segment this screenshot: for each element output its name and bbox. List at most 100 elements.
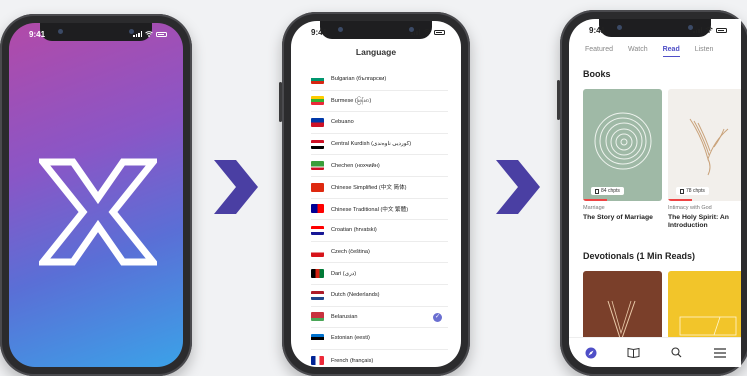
progress-bar [583,199,607,201]
status-icons [411,29,445,35]
battery-icon [716,27,727,33]
afghanistan-flag-icon [311,269,324,279]
language-item-estonian[interactable]: Estonian (eesti) [311,328,448,350]
language-label: Dutch (Nederlands) [331,292,380,299]
signal-icon [411,29,420,35]
language-list: Bulgarian (български) Burmese (မြန်မာ) C… [311,69,448,367]
devotionals-heading: Devotionals (1 Min Reads) [583,251,696,261]
language-item-chinese-traditional[interactable]: Chinese Traditional (中文 繁體) [311,199,448,221]
status-icons [133,31,167,37]
signal-icon [693,27,702,33]
chapters-badge: 78 chpts [676,187,709,195]
taiwan-flag-icon [311,204,324,214]
language-item-french[interactable]: French (français) [311,350,448,367]
tab-featured[interactable]: Featured [585,46,613,53]
menu-icon[interactable] [713,346,727,360]
status-bar: 9:41 [569,19,741,41]
status-time: 9:41 [311,27,328,37]
search-icon[interactable] [670,346,684,360]
book-card-holy-spirit[interactable]: 78 chpts [668,89,741,201]
language-item-bulgarian[interactable]: Bulgarian (български) [311,69,448,91]
language-item-chinese-simplified[interactable]: Chinese Simplified (中文 简体) [311,177,448,199]
language-label: Burmese (မြန်မာ) [331,98,372,105]
app-logo-icon [39,158,157,266]
language-label: Estonian (eesti) [331,335,370,342]
chapters-badge: 84 chpts [591,187,624,195]
status-time: 9:41 [589,25,606,35]
wifi-icon [705,27,713,33]
china-flag-icon [311,182,324,192]
battery-icon [434,29,445,35]
france-flag-icon [311,356,324,366]
language-label: Czech (čeština) [331,249,370,256]
bottom-nav [569,337,741,367]
chapters-count: 78 chpts [686,188,705,194]
read-screen: 9:41 Featured Watch Read Listen Books 84… [569,19,741,367]
arrow-right-icon [496,160,540,214]
language-label: Belarusian [331,313,358,320]
language-label: Chinese Traditional (中文 繁體) [331,206,409,213]
language-label: Chinese Simplified (中文 简体) [331,185,407,192]
netherlands-flag-icon [311,290,324,300]
language-label: Croatian (hrvatski) [331,227,377,234]
language-label: Chechen (нохчийн) [331,162,380,169]
book-title[interactable]: The Holy Spirit: An Introduction [668,214,741,230]
language-item-cebuano[interactable]: Cebuano [311,112,448,134]
splash-screen: 9:41 [9,23,183,367]
language-item-czech[interactable]: Czech (čeština) [311,242,448,264]
book-title[interactable]: The Story of Marriage [583,214,663,222]
chapters-count: 84 chpts [601,188,620,194]
language-label: Central Kurdish (کوردیی ناوەندی) [331,141,412,148]
language-screen: 9:41 Language Bulgarian (български) Burm… [291,21,461,367]
books-heading: Books [583,69,611,79]
wifi-icon [145,31,153,37]
language-label: French (français) [331,357,374,364]
read-phone: 9:41 Featured Watch Read Listen Books 84… [557,10,747,376]
language-item-croatian[interactable]: Croatian (hrvatski) [311,220,448,242]
status-bar: 9:41 [9,23,183,45]
philippines-flag-icon [311,117,324,127]
document-icon [595,188,599,194]
wifi-icon [423,29,431,35]
book-icon[interactable] [627,346,641,360]
tab-bar: Featured Watch Read Listen [585,46,714,57]
language-item-central-kurdish[interactable]: Central Kurdish (کوردیی ناوەندی) [311,134,448,156]
tab-watch[interactable]: Watch [628,46,648,53]
chechnya-flag-icon [311,161,324,171]
tab-read[interactable]: Read [662,46,680,57]
splash-phone: 9:41 [0,14,192,376]
compass-icon[interactable] [584,346,598,360]
page-title: Language [355,47,397,57]
language-label: Cebuano [331,119,354,126]
czech-flag-icon [311,247,324,257]
language-label: Bulgarian (български) [331,76,387,83]
book-category: Intimacy with God [668,205,712,211]
dove-image [689,118,729,176]
signal-icon [133,31,142,37]
language-item-chechen[interactable]: Chechen (нохчийн) [311,155,448,177]
arrow-right-icon [214,160,258,214]
bulgaria-flag-icon [311,74,324,84]
language-item-belarusian[interactable]: Belarusian ✓ [311,307,448,329]
estonia-flag-icon [311,333,324,343]
tab-listen[interactable]: Listen [695,46,714,53]
status-icons [693,27,727,33]
language-item-burmese[interactable]: Burmese (မြန်မာ) [311,91,448,113]
language-phone: 9:41 Language Bulgarian (български) Burm… [279,12,470,376]
myanmar-flag-icon [311,96,324,106]
belarus-flag-icon [311,312,324,322]
checkmark-icon: ✓ [433,312,442,322]
progress-bar [668,199,692,201]
status-bar: 9:41 [291,21,461,43]
battery-icon [156,31,167,37]
book-card-marriage[interactable]: 84 chpts [583,89,662,201]
status-time: 9:41 [29,29,46,39]
iraq-flag-icon [311,139,324,149]
book-category: Marriage [583,205,605,211]
language-item-dutch[interactable]: Dutch (Nederlands) [311,285,448,307]
tree-rings-image [594,112,652,170]
language-item-dari[interactable]: Dari (دری) [311,263,448,285]
document-icon [680,188,684,194]
croatia-flag-icon [311,225,324,235]
language-label: Dari (دری) [331,270,357,277]
